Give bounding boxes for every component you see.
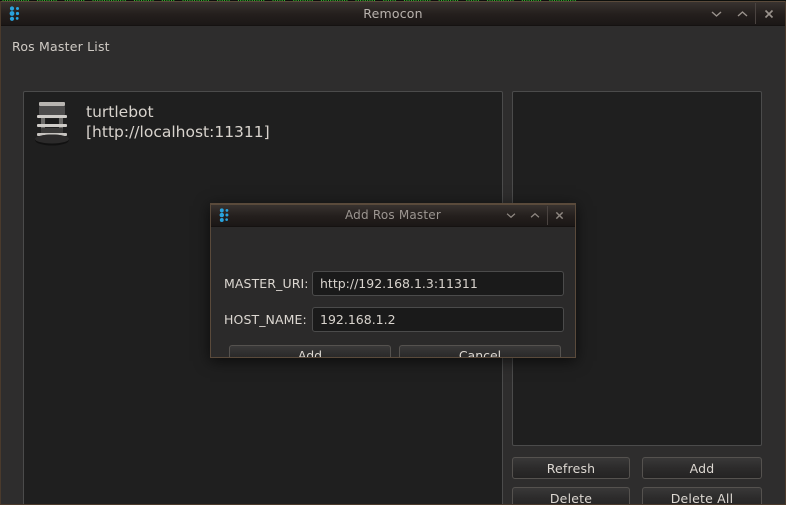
dialog-titlebar[interactable]: Add Ros Master: [211, 204, 575, 227]
window-controls: [703, 3, 781, 24]
master-uri-input[interactable]: [312, 271, 564, 296]
chevron-up-icon: [737, 10, 748, 18]
turtlebot-icon: [30, 99, 74, 147]
close-icon: [764, 9, 774, 19]
remocon-window: Remocon R: [0, 1, 786, 505]
ros-logo-svg: [219, 208, 233, 223]
add-ros-master-dialog: Add Ros Master: [210, 203, 576, 358]
chevron-up-icon: [530, 212, 540, 219]
dialog-body: MASTER_URI: HOST_NAME: Add Cancel: [211, 227, 575, 358]
delete-all-button[interactable]: Delete All: [642, 487, 762, 505]
chevron-down-icon: [711, 10, 722, 18]
ros-logo-icon: [1, 1, 31, 26]
master-uri-field-row: MASTER_URI:: [224, 271, 564, 296]
refresh-button[interactable]: Refresh: [512, 457, 630, 479]
dialog-ros-logo-icon: [211, 204, 241, 227]
master-uri-label: MASTER_URI:: [224, 276, 312, 291]
list-item-text: turtlebot [http://localhost:11311]: [86, 103, 270, 143]
host-name-label: HOST_NAME:: [224, 312, 312, 327]
dialog-cancel-button[interactable]: Cancel: [399, 345, 561, 358]
window-body: Ros Master List: [1, 26, 785, 504]
dialog-minimize-button[interactable]: [499, 206, 523, 225]
delete-button[interactable]: Delete: [512, 487, 630, 505]
window-titlebar[interactable]: Remocon: [1, 1, 785, 26]
close-icon: [555, 211, 564, 220]
close-button[interactable]: [755, 3, 781, 24]
ros-logo-svg: [9, 6, 24, 22]
dialog-window-controls: [499, 206, 571, 225]
master-name: turtlebot: [86, 103, 270, 123]
host-name-input[interactable]: [312, 307, 564, 332]
add-button[interactable]: Add: [642, 457, 762, 479]
maximize-button[interactable]: [729, 3, 755, 24]
page-title: Ros Master List: [12, 39, 110, 54]
dialog-add-button[interactable]: Add: [229, 345, 391, 358]
screen: mmmm mmm mmm mmmmm mmm mm mmmm mm mmmm m…: [0, 0, 786, 505]
list-item[interactable]: turtlebot [http://localhost:11311]: [24, 92, 502, 154]
master-uri: [http://localhost:11311]: [86, 123, 270, 143]
window-title: Remocon: [1, 6, 785, 21]
dialog-close-button[interactable]: [547, 206, 571, 225]
dialog-maximize-button[interactable]: [523, 206, 547, 225]
minimize-button[interactable]: [703, 3, 729, 24]
chevron-down-icon: [506, 212, 516, 219]
host-name-field-row: HOST_NAME:: [224, 307, 564, 332]
